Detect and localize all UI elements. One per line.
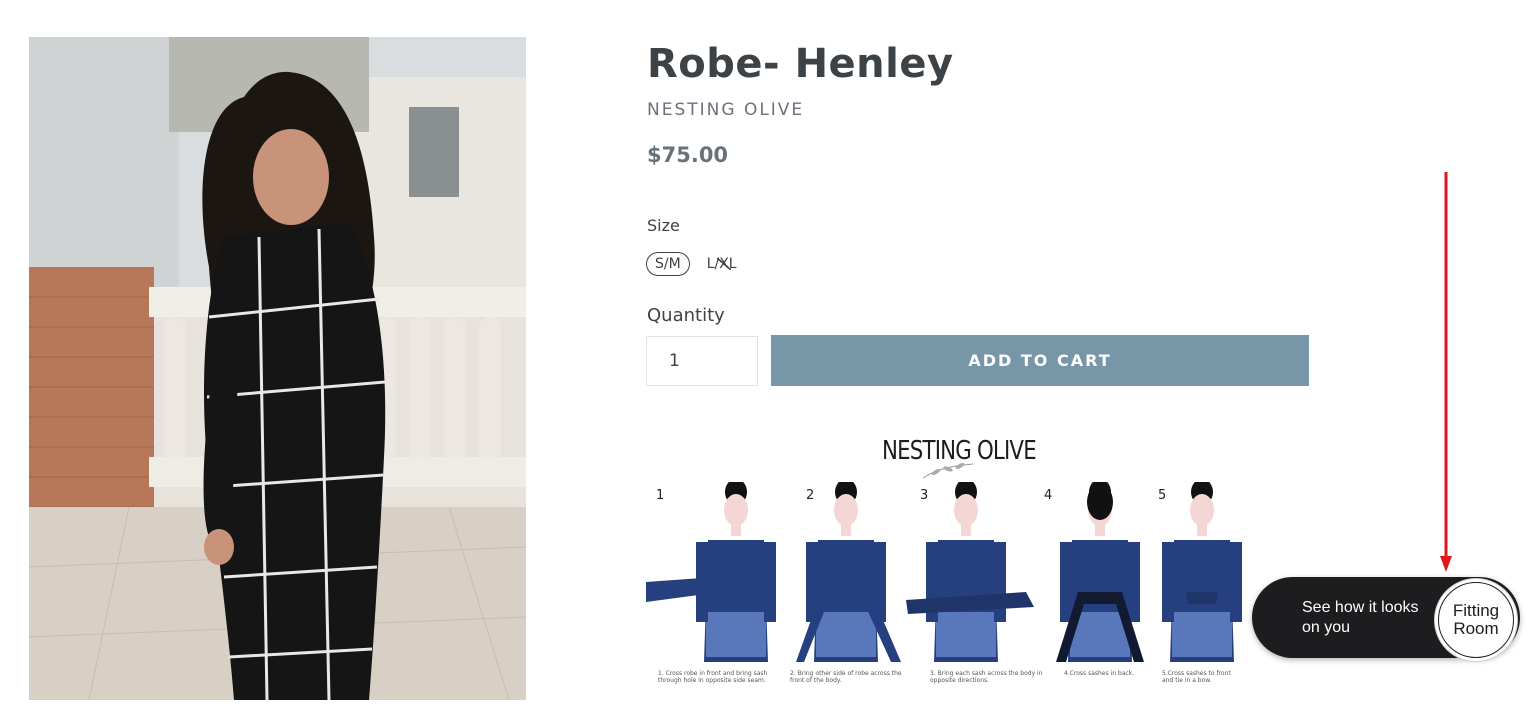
arrow-down-icon [1440, 172, 1452, 572]
size-option-lxl[interactable]: L/XL [698, 252, 746, 276]
product-image[interactable] [29, 37, 526, 700]
step-caption: 2. Bring other side of robe across the f… [790, 670, 902, 684]
product-price: $75.00 [647, 143, 729, 167]
size-options: S/M L/XL [646, 252, 746, 276]
tie-steps-illustration [646, 482, 1242, 662]
size-option-sm[interactable]: S/M [646, 252, 690, 276]
quantity-input[interactable] [646, 336, 758, 386]
fitting-room-button[interactable]: Fitting Room [1434, 578, 1518, 662]
quantity-label: Quantity [647, 305, 725, 326]
fitting-room-prompt: See how it looks on you [1302, 599, 1419, 636]
fitting-room-label: Fitting Room [1438, 582, 1514, 658]
size-label: Size [647, 216, 680, 235]
step-caption: 4.Cross sashes in back. [1064, 670, 1135, 677]
product-title: Robe- Henley [647, 41, 954, 87]
product-vendor: NESTING OLIVE [647, 100, 805, 120]
step-caption: 3. Bring each sash across the body in op… [930, 670, 1043, 684]
step-caption: 1. Cross robe in front and bring sash th… [658, 670, 768, 684]
step-caption: 5.Cross sashes to front and tie in a bow… [1162, 670, 1231, 684]
add-to-cart-button[interactable]: ADD TO CART [771, 335, 1309, 386]
how-to-tie-image: NESTING OLIVE 1 2 3 4 5 1. Cross robe in… [646, 430, 1246, 692]
olive-branch-icon [922, 462, 974, 479]
product-photo-art [29, 37, 526, 700]
